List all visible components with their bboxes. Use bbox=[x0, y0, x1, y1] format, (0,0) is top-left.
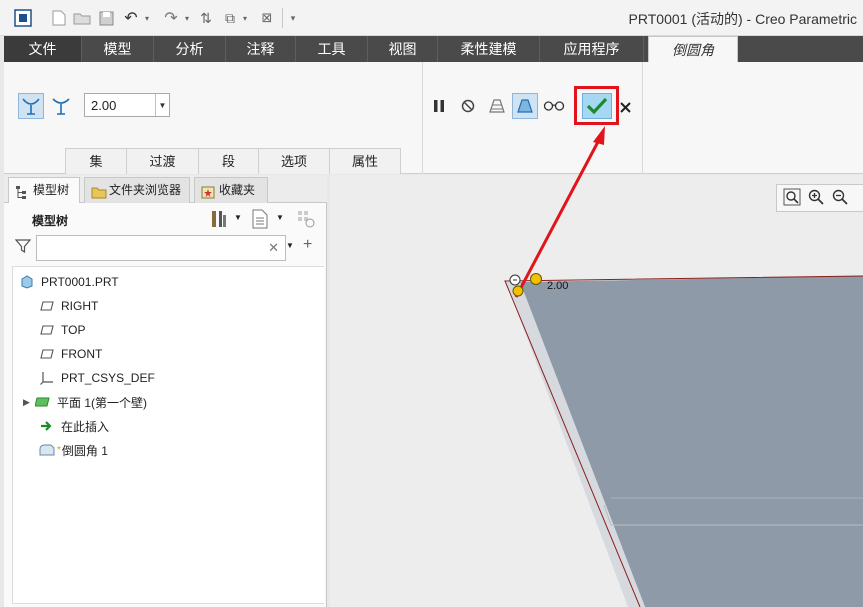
zoom-out-icon[interactable] bbox=[831, 188, 849, 209]
graphics-toolbar bbox=[776, 184, 863, 212]
refit-icon[interactable] bbox=[783, 188, 801, 209]
model-geometry[interactable] bbox=[0, 0, 863, 607]
callout-arrow bbox=[514, 137, 602, 298]
radius-dimension-label[interactable]: 2.00 bbox=[547, 280, 568, 292]
radius-drag-handle-2[interactable] bbox=[512, 285, 524, 297]
radius-drag-handle[interactable] bbox=[530, 273, 542, 285]
zoom-in-icon[interactable] bbox=[807, 188, 825, 209]
callout-arrowhead bbox=[593, 126, 605, 145]
